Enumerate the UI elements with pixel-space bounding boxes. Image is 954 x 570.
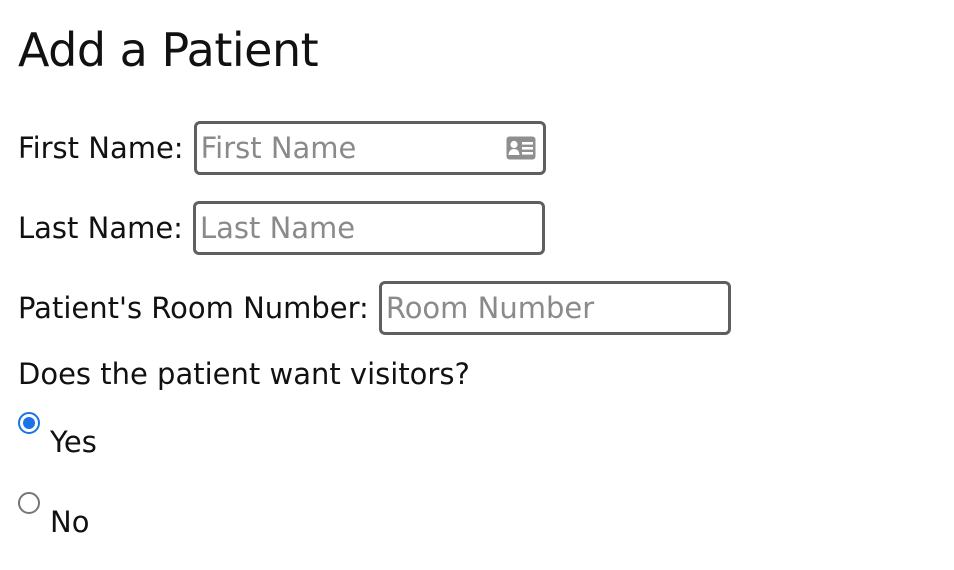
first-name-label: First Name: — [18, 131, 184, 165]
first-name-field-wrapper — [193, 121, 546, 175]
room-number-row: Patient's Room Number: — [18, 278, 731, 338]
last-name-label: Last Name: — [18, 211, 183, 245]
no-radio-label[interactable]: No — [50, 504, 89, 540]
page-title: Add a Patient — [18, 23, 319, 77]
last-name-input[interactable] — [195, 204, 542, 252]
yes-radio[interactable] — [18, 412, 40, 434]
contact-card-icon[interactable] — [506, 136, 536, 160]
first-name-row: First Name: — [18, 118, 546, 178]
room-number-label: Patient's Room Number: — [18, 291, 369, 325]
visitors-question: Does the patient want visitors? — [18, 357, 470, 391]
last-name-row: Last Name: — [18, 198, 545, 258]
visitors-option-yes[interactable]: Yes — [18, 412, 97, 460]
room-number-field-wrapper — [378, 281, 731, 335]
visitors-option-no[interactable]: No — [18, 492, 89, 540]
yes-radio-label[interactable]: Yes — [50, 424, 97, 460]
first-name-input[interactable] — [196, 124, 543, 172]
room-number-input[interactable] — [381, 284, 728, 332]
no-radio[interactable] — [18, 492, 40, 514]
last-name-field-wrapper — [192, 201, 545, 255]
